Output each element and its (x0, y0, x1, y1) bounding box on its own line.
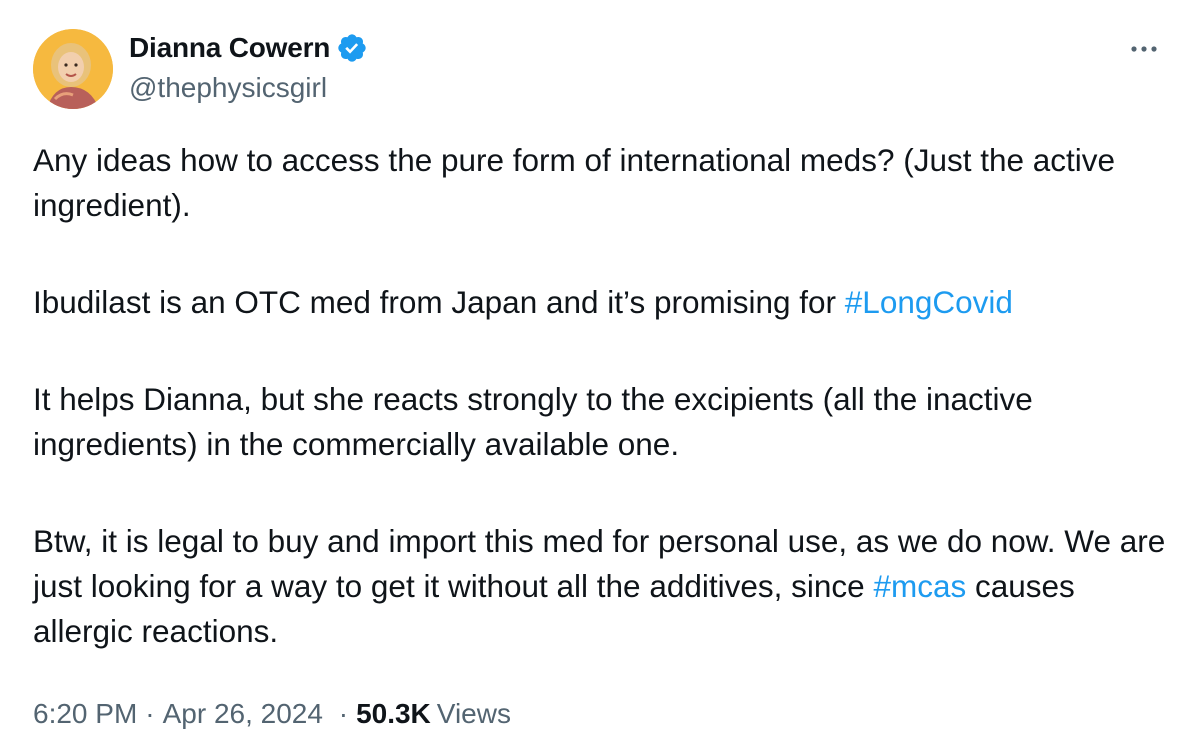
tweet-text: Any ideas how to access the pure form of… (33, 138, 1168, 654)
tweet-time: 6:20 PM (33, 698, 138, 729)
tweet-paragraph: Btw, it is legal to buy and import this … (33, 519, 1168, 654)
author-name-row: Dianna Cowern (129, 28, 368, 68)
tweet-timestamp[interactable]: 6:20 PM · Apr 26, 2024 (33, 698, 331, 729)
tweet-date: Apr 26, 2024 (162, 698, 323, 729)
views-label: Views (436, 698, 511, 729)
hashtag-link[interactable]: #LongCovid (845, 284, 1013, 320)
profile-photo-icon (33, 29, 113, 109)
tweet-meta: 6:20 PM · Apr 26, 2024 · 50.3K Views (33, 698, 511, 730)
tweet-text-segment: Any ideas how to access the pure form of… (33, 142, 1116, 223)
author-handle[interactable]: @thephysicsgirl (129, 72, 368, 104)
meta-separator: · (145, 698, 155, 729)
meta-separator: · (338, 698, 349, 729)
author-avatar[interactable] (33, 29, 113, 109)
verified-badge-icon[interactable] (336, 32, 368, 64)
more-horizontal-icon[interactable] (1126, 34, 1162, 64)
tweet-text-segment: It helps Dianna, but she reacts strongly… (33, 381, 1033, 462)
hashtag-link[interactable]: #mcas (873, 568, 966, 604)
tweet-paragraph: Ibudilast is an OTC med from Japan and i… (33, 280, 1168, 325)
tweet-paragraph: It helps Dianna, but she reacts strongly… (33, 377, 1168, 467)
views-count: 50.3K (356, 698, 431, 729)
tweet-paragraph: Any ideas how to access the pure form of… (33, 138, 1168, 228)
author-info: Dianna Cowern @thephysicsgirl (129, 28, 368, 104)
tweet-text-segment: Ibudilast is an OTC med from Japan and i… (33, 284, 845, 320)
tweet-card: Dianna Cowern @thephysicsgirl Any ideas … (0, 0, 1192, 750)
author-display-name[interactable]: Dianna Cowern (129, 32, 330, 64)
